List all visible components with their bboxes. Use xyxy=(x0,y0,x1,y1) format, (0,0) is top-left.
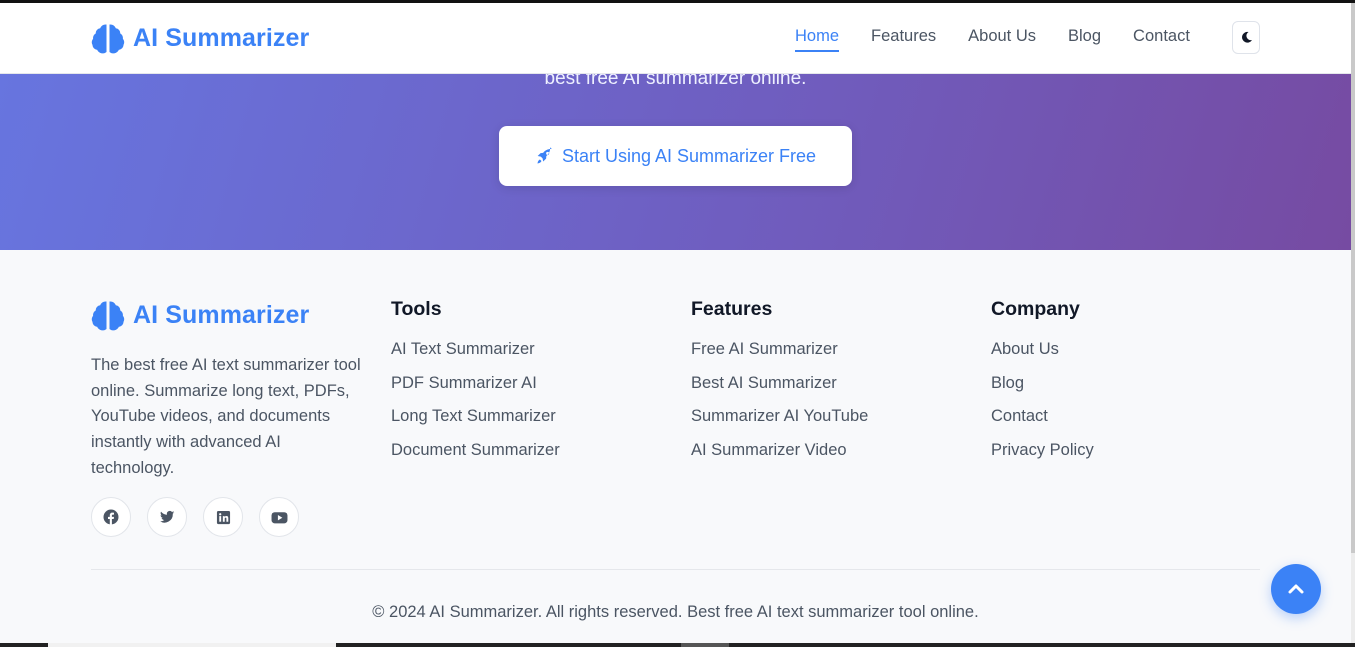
facebook-icon xyxy=(103,509,119,525)
nav-about-us[interactable]: About Us xyxy=(968,27,1036,50)
taskbar-item xyxy=(681,643,729,647)
chevron-up-icon xyxy=(1288,584,1304,594)
window-top-edge xyxy=(0,0,1355,3)
taskbar-active-item xyxy=(48,643,336,647)
footer-link[interactable]: Free AI Summarizer xyxy=(691,338,868,372)
footer-link[interactable]: Document Summarizer xyxy=(391,439,560,473)
brain-icon xyxy=(91,301,125,331)
start-free-button[interactable]: Start Using AI Summarizer Free xyxy=(499,126,852,186)
social-links xyxy=(91,497,299,537)
footer-column-company: Company About Us Blog Contact Privacy Po… xyxy=(991,298,1094,473)
hero-section: best free AI summarizer online. Start Us… xyxy=(0,74,1351,250)
main-nav: Home Features About Us Blog Contact xyxy=(795,27,1222,57)
nav-home[interactable]: Home xyxy=(795,27,840,52)
brain-icon xyxy=(91,24,125,54)
moon-icon xyxy=(1241,31,1252,43)
footer-link[interactable]: About Us xyxy=(991,338,1094,372)
footer-heading-features: Features xyxy=(691,298,773,320)
facebook-link[interactable] xyxy=(91,497,131,537)
footer-column-features: Features Free AI Summarizer Best AI Summ… xyxy=(691,298,868,473)
footer-heading-tools: Tools xyxy=(391,298,442,320)
navbar: AI Summarizer Home Features About Us Blo… xyxy=(0,3,1351,74)
footer-link[interactable]: Best AI Summarizer xyxy=(691,372,868,406)
linkedin-icon xyxy=(216,510,230,524)
footer-link[interactable]: AI Text Summarizer xyxy=(391,338,560,372)
nav-features[interactable]: Features xyxy=(871,27,936,50)
footer-link[interactable]: Long Text Summarizer xyxy=(391,405,560,439)
youtube-icon xyxy=(271,511,287,523)
rocket-icon xyxy=(537,146,552,164)
footer-link[interactable]: Summarizer AI YouTube xyxy=(691,405,868,439)
brand-name: AI Summarizer xyxy=(133,23,310,52)
footer-divider xyxy=(91,569,1260,570)
twitter-link[interactable] xyxy=(147,497,187,537)
brand-logo[interactable]: AI Summarizer xyxy=(91,20,309,56)
hero-subtitle: best free AI summarizer online. xyxy=(544,74,807,89)
footer-link[interactable]: Blog xyxy=(991,372,1094,406)
back-to-top-button[interactable] xyxy=(1271,564,1321,614)
theme-toggle-button[interactable] xyxy=(1232,21,1260,54)
footer-link[interactable]: Contact xyxy=(991,405,1094,439)
footer-about-text: The best free AI text summarizer tool on… xyxy=(91,356,361,477)
scrollbar-thumb[interactable] xyxy=(1351,3,1355,553)
nav-blog[interactable]: Blog xyxy=(1068,27,1101,50)
youtube-link[interactable] xyxy=(259,497,299,537)
start-free-button-label: Start Using AI Summarizer Free xyxy=(561,145,817,166)
twitter-icon xyxy=(160,510,175,523)
footer-heading-company: Company xyxy=(991,298,1080,320)
footer-brand-name: AI Summarizer xyxy=(133,300,310,329)
footer-link[interactable]: AI Summarizer Video xyxy=(691,439,868,473)
nav-contact[interactable]: Contact xyxy=(1133,27,1190,50)
footer-brand-logo[interactable]: AI Summarizer xyxy=(91,298,309,332)
linkedin-link[interactable] xyxy=(203,497,243,537)
footer-link[interactable]: PDF Summarizer AI xyxy=(391,372,560,406)
footer-link[interactable]: Privacy Policy xyxy=(991,439,1094,473)
copyright-text: © 2024 AI Summarizer. All rights reserve… xyxy=(372,603,979,621)
footer-column-tools: Tools AI Text Summarizer PDF Summarizer … xyxy=(391,298,560,473)
